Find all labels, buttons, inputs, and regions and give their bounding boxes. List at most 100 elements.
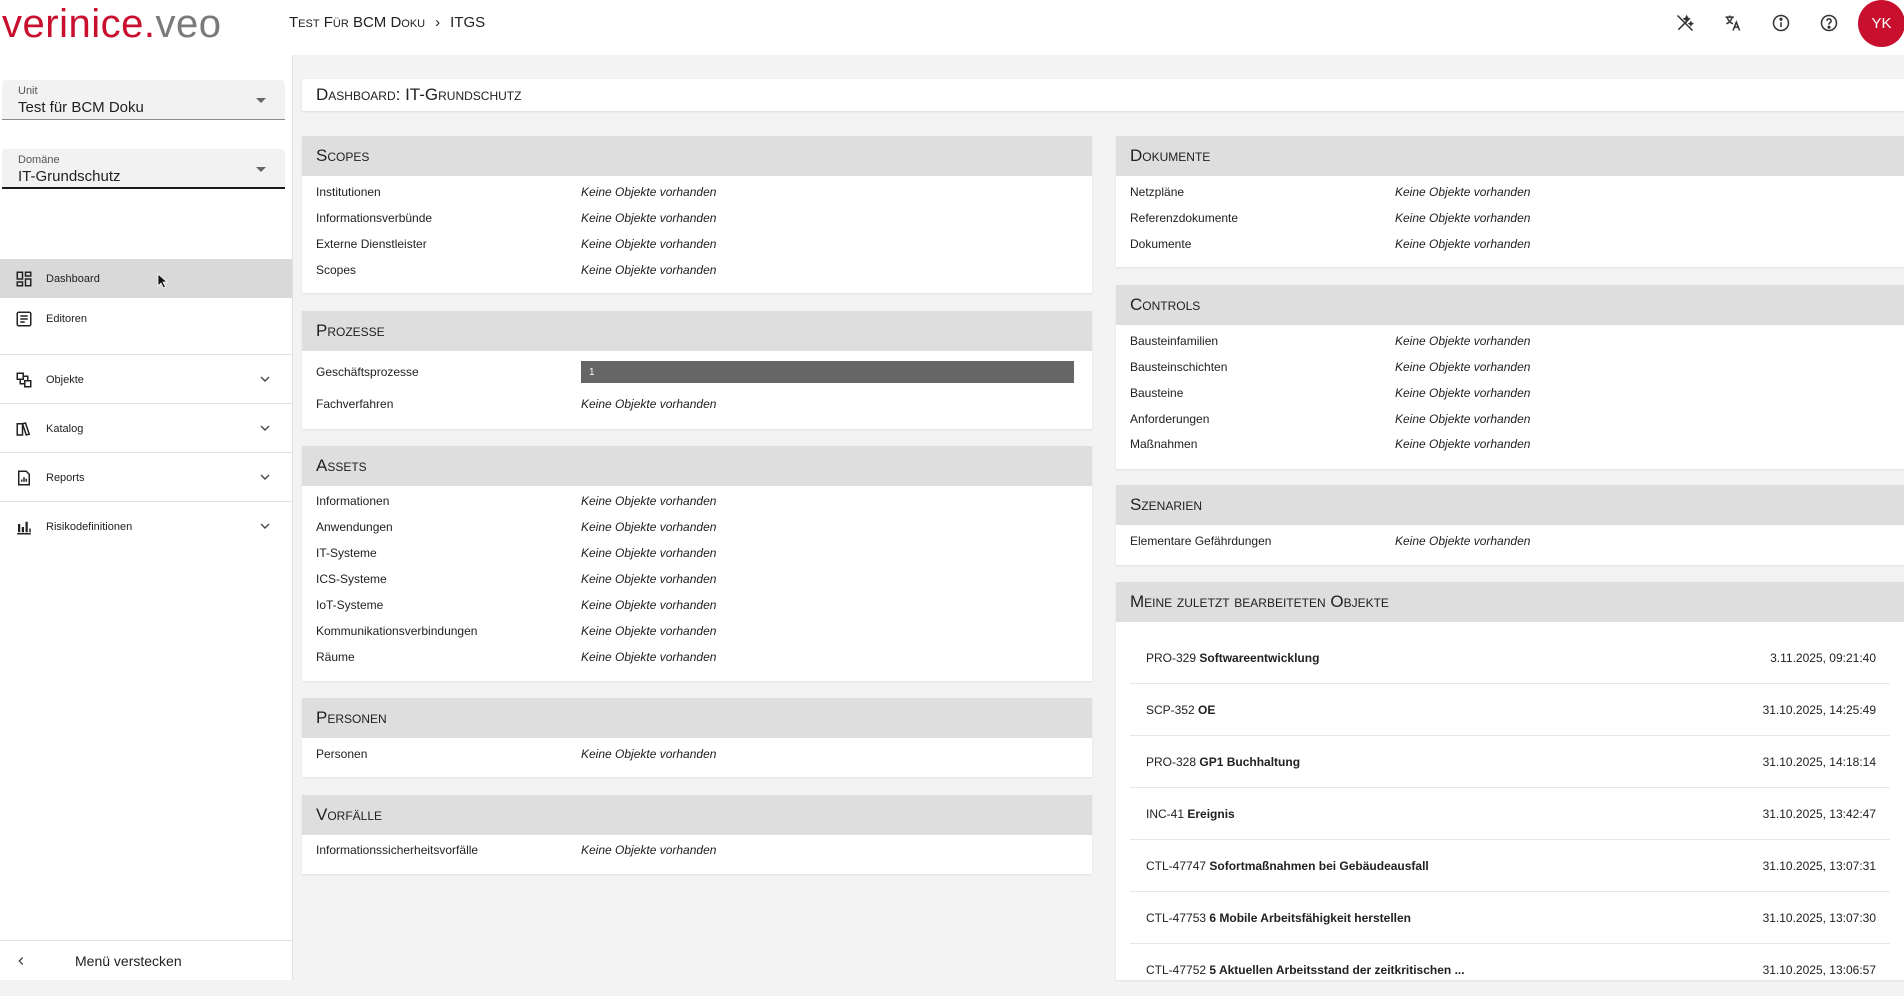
recent-item[interactable]: SCP-352 OE 31.10.2025, 14:25:49	[1130, 684, 1890, 736]
chart-icon	[12, 515, 36, 539]
list-item[interactable]: Institutionen Keine Objekte vorhanden	[316, 179, 1078, 205]
list-item[interactable]: Informationsverbünde Keine Objekte vorhan…	[316, 205, 1078, 231]
sidebar-item-reports[interactable]: Reports	[0, 458, 292, 497]
report-icon	[12, 466, 36, 490]
card-title: Vorfälle	[302, 795, 1092, 835]
list-item[interactable]: Anforderungen Keine Objekte vorhanden	[1130, 406, 1890, 432]
list-item[interactable]: Geschäftsprozesse 1	[316, 359, 1078, 385]
app-logo[interactable]: verinice.veo	[2, 2, 221, 46]
unit-select-value: Test für BCM Doku	[18, 99, 144, 116]
list-item[interactable]: IT-Systeme Keine Objekte vorhanden	[316, 540, 1078, 566]
chevron-down-icon[interactable]	[257, 518, 273, 534]
card-title: Controls	[1116, 285, 1904, 325]
recent-item[interactable]: PRO-328 GP1 Buchhaltung 31.10.2025, 14:1…	[1130, 736, 1890, 788]
list-item[interactable]: Informationssicherheitsvorfälle Keine Obj…	[316, 837, 1078, 863]
personen-card: Personen Personen Keine Objekte vorhanden	[302, 698, 1092, 777]
hide-menu-button[interactable]: Menü verstecken	[0, 940, 292, 980]
breadcrumb: Test Für BCM Doku › ITGS	[289, 14, 485, 31]
recent-item[interactable]: INC-41 Ereignis 31.10.2025, 13:42:47	[1130, 788, 1890, 840]
list-item[interactable]: Bausteinfamilien Keine Objekte vorhanden	[1130, 328, 1890, 354]
info-icon[interactable]	[1757, 0, 1805, 46]
header-actions: YK	[1661, 0, 1904, 47]
unit-select-label: Unit	[18, 85, 38, 97]
catalog-icon	[12, 417, 36, 441]
chevron-left-icon	[18, 956, 24, 965]
domain-select[interactable]: Domäne IT-Grundschutz	[2, 149, 285, 189]
list-item[interactable]: Externe Dienstleister Keine Objekte vorha…	[316, 231, 1078, 257]
count-bar[interactable]: 1	[581, 361, 1074, 383]
domain-select-label: Domäne	[18, 154, 60, 166]
chevron-down-icon[interactable]	[257, 469, 273, 485]
sidebar-divider	[0, 452, 292, 453]
sidebar-item-editoren[interactable]: Editoren	[0, 299, 292, 338]
sidebar-item-label: Editoren	[46, 312, 87, 325]
chevron-down-icon[interactable]	[257, 420, 273, 436]
recent-item[interactable]: PRO-329 Softwareentwicklung 3.11.2025, 0…	[1130, 632, 1890, 684]
dashboard-icon	[12, 267, 36, 291]
list-item[interactable]: Maßnahmen Keine Objekte vorhanden	[1130, 431, 1890, 457]
breadcrumb-unit[interactable]: Test Für BCM Doku	[289, 14, 425, 31]
page-title-card: Dashboard: IT-Grundschutz	[302, 79, 1904, 111]
chevron-down-icon[interactable]	[257, 371, 273, 387]
breadcrumb-domain[interactable]: ITGS	[450, 14, 485, 31]
card-title: Meine zuletzt bearbeiteten Objekte	[1116, 582, 1904, 622]
list-item[interactable]: Kommunikationsverbindungen Keine Objekte …	[316, 618, 1078, 644]
scopes-card: Scopes Institutionen Keine Objekte vorhan…	[302, 136, 1092, 293]
list-item[interactable]: Personen Keine Objekte vorhanden	[316, 741, 1078, 767]
sidebar-item-label: Katalog	[46, 422, 84, 435]
recent-item[interactable]: CTL-47753 6 Mobile Arbeitsfähigkeit hers…	[1130, 892, 1890, 944]
breadcrumb-separator: ›	[435, 14, 441, 31]
list-item[interactable]: Referenzdokumente Keine Objekte vorhanden	[1130, 205, 1890, 231]
sidebar-item-label: Dashboard	[46, 272, 100, 285]
list-item[interactable]: Anwendungen Keine Objekte vorhanden	[316, 514, 1078, 540]
list-item[interactable]: Dokumente Keine Objekte vorhanden	[1130, 231, 1890, 257]
domain-select-value: IT-Grundschutz	[18, 168, 121, 185]
list-item[interactable]: Informationen Keine Objekte vorhanden	[316, 488, 1078, 514]
sidebar-item-dashboard[interactable]: Dashboard	[0, 259, 292, 298]
sidebar-item-katalog[interactable]: Katalog	[0, 409, 292, 448]
unit-select[interactable]: Unit Test für BCM Doku	[2, 80, 285, 120]
sidebar-divider	[0, 354, 292, 355]
list-item[interactable]: Bausteinschichten Keine Objekte vorhanden	[1130, 354, 1890, 380]
dropdown-caret-icon[interactable]	[256, 167, 266, 172]
list-item[interactable]: Elementare Gefährdungen Keine Objekte vor…	[1130, 528, 1890, 554]
hide-menu-label: Menü verstecken	[75, 952, 182, 969]
list-item[interactable]: ICS-Systeme Keine Objekte vorhanden	[316, 566, 1078, 592]
mouse-cursor-icon	[157, 273, 169, 289]
controls-card: Controls Bausteinfamilien Keine Objekte v…	[1116, 285, 1904, 469]
vorfaelle-card: Vorfälle Informationssicherheitsvorfälle…	[302, 795, 1092, 874]
card-title: Dokumente	[1116, 136, 1904, 176]
magic-wand-off-icon[interactable]	[1661, 0, 1709, 46]
list-item[interactable]: Netzpläne Keine Objekte vorhanden	[1130, 179, 1890, 205]
translate-icon[interactable]	[1709, 0, 1757, 46]
dropdown-caret-icon[interactable]	[256, 98, 266, 103]
list-item[interactable]: Fachverfahren Keine Objekte vorhanden	[316, 391, 1078, 417]
sidebar-item-risikodefinitionen[interactable]: Risikodefinitionen	[0, 507, 292, 546]
sidebar-divider	[0, 403, 292, 404]
card-title: Szenarien	[1116, 485, 1904, 525]
sidebar-item-objekte[interactable]: Objekte	[0, 360, 292, 399]
card-title: Personen	[302, 698, 1092, 738]
szenarien-card: Szenarien Elementare Gefährdungen Keine O…	[1116, 485, 1904, 565]
card-title: Assets	[302, 446, 1092, 486]
card-title: Scopes	[302, 136, 1092, 176]
sidebar: Unit Test für BCM Doku Domäne IT-Grundsc…	[0, 55, 293, 980]
help-icon[interactable]	[1805, 0, 1853, 46]
list-item[interactable]: Bausteine Keine Objekte vorhanden	[1130, 380, 1890, 406]
page-title: Dashboard: IT-Grundschutz	[316, 85, 522, 104]
sidebar-item-label: Reports	[46, 471, 85, 484]
sidebar-item-label: Objekte	[46, 373, 84, 386]
objects-icon	[12, 368, 36, 392]
recent-item[interactable]: CTL-47752 5 Aktuellen Arbeitsstand der z…	[1130, 944, 1890, 996]
card-title: Prozesse	[302, 311, 1092, 351]
assets-card: Assets Informationen Keine Objekte vorhan…	[302, 446, 1092, 681]
editor-icon	[12, 307, 36, 331]
top-bar: verinice.veo Test Für BCM Doku › ITGS YK	[0, 0, 1904, 55]
avatar[interactable]: YK	[1858, 0, 1904, 47]
list-item[interactable]: Scopes Keine Objekte vorhanden	[316, 257, 1078, 283]
list-item[interactable]: IoT-Systeme Keine Objekte vorhanden	[316, 592, 1078, 618]
recent-objects-card: Meine zuletzt bearbeiteten Objekte PRO-3…	[1116, 582, 1904, 980]
list-item[interactable]: Räume Keine Objekte vorhanden	[316, 644, 1078, 670]
recent-item[interactable]: CTL-47747 Sofortmaßnahmen bei Gebäudeaus…	[1130, 840, 1890, 892]
dokumente-card: Dokumente Netzpläne Keine Objekte vorhand…	[1116, 136, 1904, 267]
